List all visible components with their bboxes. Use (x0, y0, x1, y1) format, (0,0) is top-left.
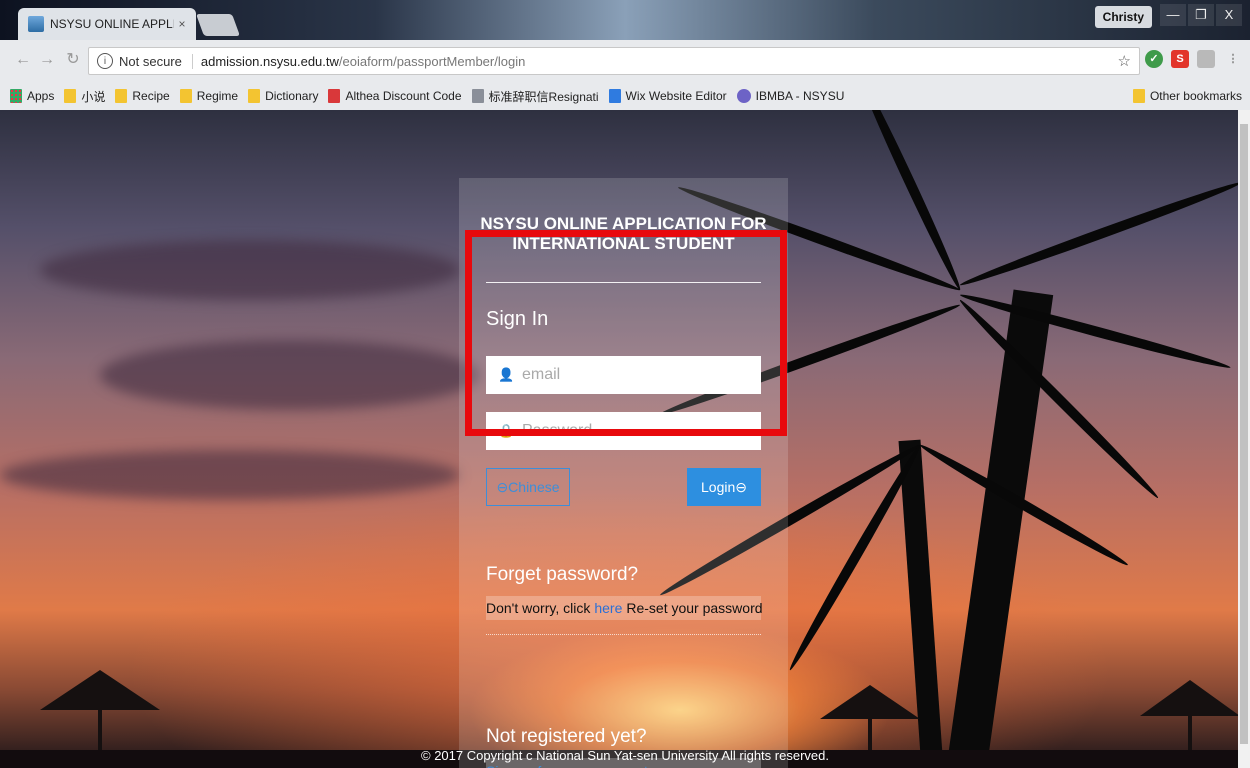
bookmark-wix[interactable]: Wix Website Editor (608, 89, 727, 103)
window-controls: — ❐ X (1160, 4, 1242, 26)
page-background: NSYSU ONLINE APPLICATION FOR INTERNATION… (0, 110, 1250, 768)
extension-pdf-icon[interactable] (1197, 50, 1215, 68)
beach-hut (820, 685, 920, 719)
circle-arrow-left-icon: ⊖ (496, 478, 509, 495)
url-path: /eoiaform/passportMember/login (338, 53, 526, 69)
bookmark-althea[interactable]: Althea Discount Code (328, 89, 462, 103)
profile-button[interactable]: Christy (1094, 6, 1152, 28)
other-bookmarks-label: Other bookmarks (1149, 89, 1242, 103)
url-text[interactable]: admission.nsysu.edu.tw/eoiaform/passport… (201, 54, 525, 69)
folder-icon (179, 89, 192, 103)
reset-password-line: Don't worry, click here Re-set your pass… (486, 596, 763, 620)
tab-title: NSYSU ONLINE APPLICA (50, 17, 174, 31)
palm-frond (958, 290, 1232, 373)
bookmark-apps[interactable]: Apps (10, 89, 54, 103)
page-scrollbar[interactable] (1238, 110, 1250, 768)
bookmarks-bar: Apps 小说 Recipe Regime Dictionary Althea … (0, 82, 1250, 111)
circle-arrow-right-icon: ⊖ (735, 478, 747, 495)
folder-icon (115, 89, 128, 103)
restore-icon[interactable]: ❐ (1188, 4, 1214, 26)
url-host: admission.nsysu.edu.tw (200, 53, 339, 69)
chinese-language-button[interactable]: ⊖ Chinese (486, 468, 570, 506)
bookmark-novel[interactable]: 小说 (64, 88, 105, 105)
beach-hut (1140, 680, 1240, 716)
globe-icon (736, 89, 751, 103)
login-button-label: Login (701, 479, 736, 495)
bookmark-star-icon[interactable]: ☆ (1118, 52, 1131, 70)
bookmark-label: Apps (27, 89, 55, 103)
bookmark-label: 小说 (81, 89, 106, 104)
folder-icon (248, 89, 261, 103)
reset-password-link[interactable]: here (594, 600, 622, 616)
not-registered-heading: Not registered yet? (486, 726, 647, 747)
beach-hut (40, 670, 160, 710)
reset-suffix: Re-set your password (626, 600, 763, 616)
folder-icon (1132, 89, 1145, 103)
palm-frond (854, 110, 965, 293)
section-divider (486, 634, 761, 635)
browser-tab-active[interactable]: NSYSU ONLINE APPLICA × (18, 8, 196, 40)
reset-prefix: Don't worry, click (486, 600, 591, 616)
palm-frond (958, 177, 1244, 290)
window-titlebar: NSYSU ONLINE APPLICA × Christy — ❐ X (0, 0, 1250, 40)
document-icon (471, 89, 484, 103)
bookmark-label: Althea Discount Code (345, 89, 462, 103)
close-window-icon[interactable]: X (1216, 4, 1242, 26)
bookmark-label: Dictionary (265, 89, 319, 103)
bookmark-label: 标准辞职信Resignatio (488, 89, 599, 104)
security-label[interactable]: Not secure (119, 53, 193, 69)
cloud-shape (40, 240, 460, 300)
tab-close-icon[interactable]: × (174, 17, 190, 31)
palm-trunk (946, 289, 1054, 768)
bookmark-resignation[interactable]: 标准辞职信Resignatio (471, 88, 599, 105)
reload-icon[interactable]: ↻ (62, 49, 84, 71)
info-icon[interactable]: i (97, 53, 113, 69)
forward-arrow-icon[interactable]: → (36, 49, 58, 71)
bookmark-label: Recipe (132, 89, 170, 103)
apps-grid-icon (10, 89, 22, 103)
bookmark-recipe[interactable]: Recipe (115, 89, 170, 103)
highlight-annotation-box (465, 230, 787, 436)
extension-shield-icon[interactable]: ✓ (1145, 50, 1163, 68)
bookmark-label: IBMBA - NSYSU (755, 89, 845, 103)
extension-s-icon[interactable]: S (1171, 50, 1189, 68)
other-bookmarks[interactable]: Other bookmarks (1132, 89, 1242, 103)
copyright-footer: © 2017 Copyright c National Sun Yat-sen … (421, 748, 829, 763)
address-bar[interactable]: i Not secure admission.nsysu.edu.tw/eoia… (88, 47, 1140, 75)
cloud-shape (100, 340, 480, 410)
login-button[interactable]: Login ⊖ (687, 468, 761, 506)
forget-password-heading: Forget password? (486, 564, 639, 585)
chinese-button-label: Chinese (508, 479, 560, 495)
minimize-icon[interactable]: — (1160, 4, 1186, 26)
bookmark-label: Wix Website Editor (625, 89, 727, 103)
folder-icon (64, 89, 77, 103)
bookmark-label: Regime (196, 89, 239, 103)
althea-icon (328, 89, 341, 103)
wix-icon (608, 89, 621, 103)
bookmark-ibmba[interactable]: IBMBA - NSYSU (736, 89, 845, 103)
bookmark-regime[interactable]: Regime (179, 89, 239, 103)
bookmark-dictionary[interactable]: Dictionary (248, 89, 318, 103)
cloud-shape (0, 450, 460, 500)
menu-kebab-icon[interactable]: ⋮ (1224, 50, 1242, 68)
new-tab-button[interactable] (195, 14, 241, 36)
back-arrow-icon[interactable]: ← (12, 49, 34, 71)
scrollbar-thumb[interactable] (1240, 124, 1248, 744)
site-favicon-icon (28, 16, 44, 32)
